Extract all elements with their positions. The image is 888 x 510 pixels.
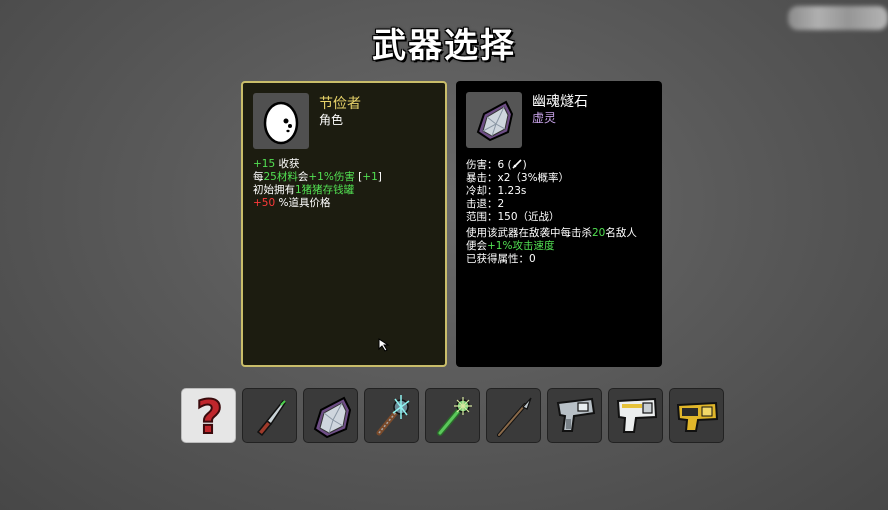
weapon-slot-blaster[interactable] <box>608 388 663 443</box>
character-stats: +15 收获 每25材料会+1%伤害 [+1] 初始拥有1猪猪存钱罐 +50 %… <box>253 158 382 210</box>
knife-icon <box>256 399 286 437</box>
weapon-slot-ghost-flint[interactable] <box>303 388 358 443</box>
weapon-stats: 伤害：6 () 暴击：x2（3%概率） 冷却：1.23s 击退：2 范围：150… <box>466 159 637 266</box>
egg-character-icon <box>253 93 309 149</box>
chain-mace-icon <box>376 395 410 436</box>
svg-text:?: ? <box>196 390 223 444</box>
weapon-type: 虚灵 <box>532 111 557 125</box>
stat-line: 每25材料会+1%伤害 [+1] <box>253 171 382 183</box>
mouse-cursor-icon <box>378 338 390 352</box>
stat-cooldown: 冷却：1.23s <box>466 185 527 197</box>
weapon-panel: 幽魂燧石 虚灵 伤害：6 () 暴击：x2（3%概率） 冷却：1.23s 击退：… <box>456 81 662 367</box>
stat-crit: 暴击：x2（3%概率） <box>466 172 570 184</box>
weapon-slot-spiked-club[interactable] <box>425 388 480 443</box>
weapon-name: 幽魂燧石 <box>532 94 588 110</box>
character-type: 角色 <box>319 113 344 127</box>
pistol-icon <box>556 397 596 432</box>
spear-icon <box>497 397 532 437</box>
character-panel: 节俭者 角色 +15 收获 每25材料会+1%伤害 [+1] 初始拥有1猪猪存钱… <box>241 81 447 367</box>
blaster-icon <box>616 397 658 433</box>
weapon-slot-chain-mace[interactable] <box>364 388 419 443</box>
ghost-flint-icon <box>313 396 352 439</box>
melee-sword-icon <box>512 159 522 169</box>
stat-line: +15 收获 <box>253 158 300 170</box>
blurred-overlay <box>788 6 888 30</box>
stat-range: 范围：150（近战） <box>466 211 560 223</box>
ghost-flint-icon <box>466 92 522 148</box>
weapon-slot-knife[interactable] <box>242 388 297 443</box>
weapon-slot-spear[interactable] <box>486 388 541 443</box>
stat-damage: 伤害：6 () <box>466 159 527 171</box>
stat-obtained: 已获得属性：0 <box>466 253 536 265</box>
random-question-icon: ? <box>195 389 224 444</box>
weapon-slot-random[interactable]: ? <box>181 388 236 444</box>
spiked-club-icon <box>437 397 472 436</box>
weapon-slot-taser[interactable] <box>669 388 724 443</box>
taser-icon <box>676 401 719 432</box>
stat-effect: 便会+1%攻击速度 <box>466 240 555 252</box>
stat-knockback: 击退：2 <box>466 198 505 210</box>
character-name: 节俭者 <box>319 96 361 112</box>
stat-line: +50 %道具价格 <box>253 197 331 209</box>
stat-line: 初始拥有1猪猪存钱罐 <box>253 184 355 196</box>
stat-effect: 使用该武器在敌袭中每击杀20名敌人 <box>466 227 637 239</box>
weapon-slot-pistol[interactable] <box>547 388 602 443</box>
screen-title: 武器选择 <box>372 26 516 66</box>
